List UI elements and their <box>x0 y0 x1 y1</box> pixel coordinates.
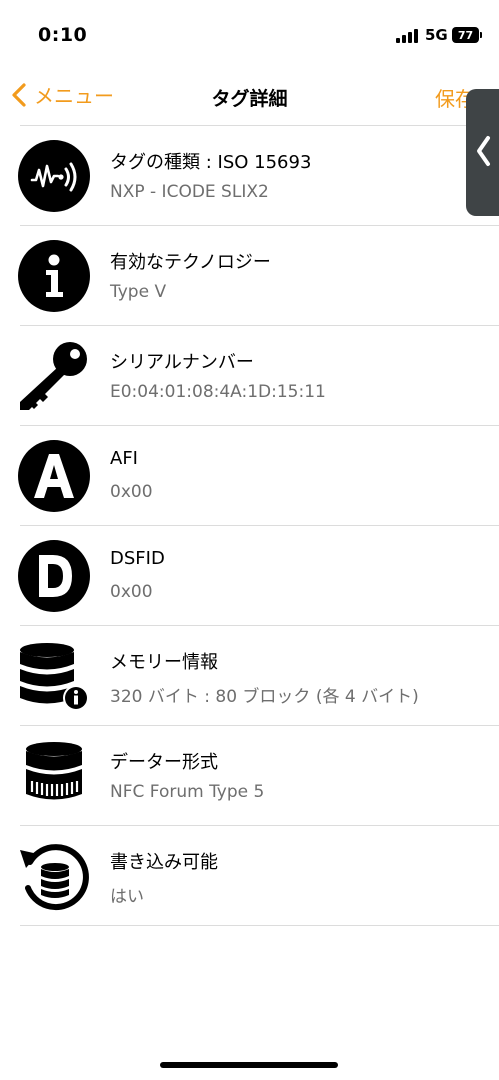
row-title: データー形式 <box>110 752 218 773</box>
divider <box>20 925 499 926</box>
status-time: 0:10 <box>38 24 88 46</box>
key-icon <box>18 340 90 412</box>
row-title: 書き込み可能 <box>110 852 218 873</box>
row-value: NXP - ICODE SLIX2 <box>110 182 269 202</box>
row-title: シリアルナンバー <box>110 352 254 373</box>
row-value: 0x00 <box>110 582 153 602</box>
row-value: 0x00 <box>110 482 153 502</box>
info-icon <box>18 240 90 312</box>
network-type: 5G <box>425 26 448 44</box>
page-title: タグ詳細 <box>211 88 288 110</box>
chevron-left-icon <box>477 136 490 166</box>
database-format-icon <box>18 740 90 812</box>
row-memory-info[interactable]: メモリー情報 320 バイト : 80 ブロック (各 4 バイト) <box>0 626 499 725</box>
row-value: Type V <box>110 282 167 302</box>
row-title: DSFID <box>110 548 165 569</box>
signal-icon <box>396 29 420 43</box>
letter-a-icon <box>18 440 90 512</box>
row-data-format[interactable]: データー形式 NFC Forum Type 5 <box>0 726 499 825</box>
side-panel-handle[interactable] <box>466 89 499 216</box>
database-info-icon <box>18 640 90 712</box>
row-value: はい <box>110 887 144 907</box>
home-indicator[interactable] <box>160 1062 338 1068</box>
row-title: AFI <box>110 448 138 469</box>
row-title: メモリー情報 <box>110 652 218 673</box>
database-refresh-icon <box>18 840 90 912</box>
row-writable[interactable]: 書き込み可能 はい <box>0 826 499 925</box>
tag-detail-list: タグの種類 : ISO 15693 NXP - ICODE SLIX2 有効なテ… <box>0 125 499 926</box>
row-value: NFC Forum Type 5 <box>110 782 265 802</box>
row-tag-type[interactable]: タグの種類 : ISO 15693 NXP - ICODE SLIX2 <box>0 126 499 225</box>
row-afi[interactable]: AFI 0x00 <box>0 426 499 525</box>
row-value: 320 バイト : 80 ブロック (各 4 バイト) <box>110 687 419 707</box>
row-serial-number[interactable]: シリアルナンバー E0:04:01:08:4A:1D:15:11 <box>0 326 499 425</box>
row-value: E0:04:01:08:4A:1D:15:11 <box>110 382 326 402</box>
status-bar: 0:10 5G 77 <box>0 0 499 70</box>
row-technology[interactable]: 有効なテクノロジー Type V <box>0 226 499 325</box>
row-dsfid[interactable]: DSFID 0x00 <box>0 526 499 625</box>
battery-icon: 77 <box>452 27 482 43</box>
row-title: タグの種類 : ISO 15693 <box>110 152 312 173</box>
nfc-tag-icon <box>18 140 90 212</box>
letter-d-icon <box>18 540 90 612</box>
nav-bar: メニュー タグ詳細 保存 <box>0 70 499 125</box>
row-title: 有効なテクノロジー <box>110 252 271 273</box>
